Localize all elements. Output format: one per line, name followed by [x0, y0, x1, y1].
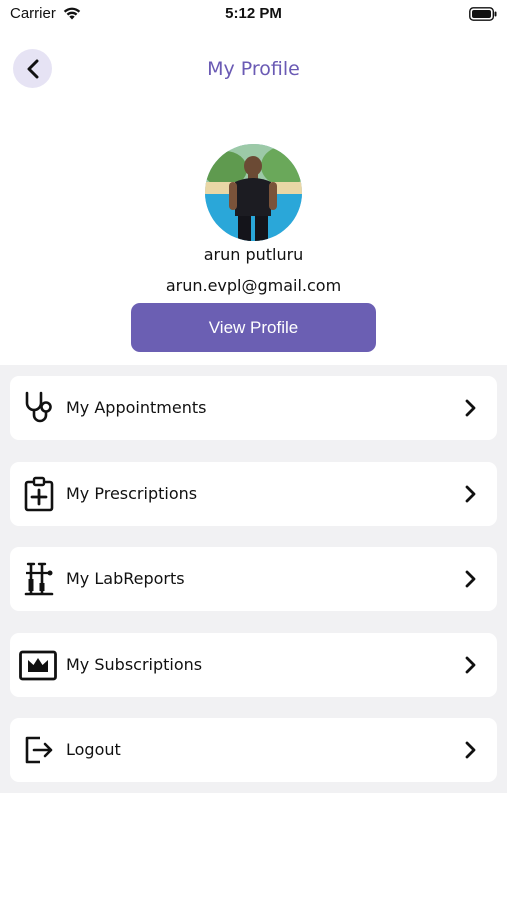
- chevron-right-icon: [465, 399, 476, 417]
- chevron-right-icon: [465, 741, 476, 759]
- test-tubes-icon: [24, 562, 54, 596]
- menu-list: My Appointments My Prescriptions My LabR…: [0, 365, 507, 793]
- crown-card-icon: [19, 650, 57, 681]
- user-name: arun putluru: [203, 245, 304, 264]
- chevron-right-icon: [465, 485, 476, 503]
- menu-item-labreports[interactable]: My LabReports: [10, 547, 497, 611]
- chevron-right-icon: [465, 570, 476, 588]
- menu-item-prescriptions[interactable]: My Prescriptions: [10, 462, 497, 526]
- clipboard-plus-icon: [24, 476, 54, 512]
- menu-item-label: My Prescriptions: [66, 484, 198, 503]
- battery-icon: [469, 7, 497, 21]
- view-profile-button[interactable]: View Profile: [131, 303, 376, 352]
- clock: 5:12 PM: [225, 5, 282, 22]
- menu-item-logout[interactable]: Logout: [10, 718, 497, 782]
- menu-item-label: My Subscriptions: [66, 655, 203, 674]
- menu-item-label: My Appointments: [66, 398, 207, 417]
- logout-icon: [25, 736, 53, 764]
- profile-photo: [205, 144, 302, 241]
- menu-item-appointments[interactable]: My Appointments: [10, 376, 497, 440]
- avatar: [205, 144, 302, 241]
- user-email: arun.evpl@gmail.com: [165, 276, 342, 295]
- menu-item-label: My LabReports: [66, 569, 185, 588]
- stethoscope-icon: [25, 391, 52, 423]
- chevron-right-icon: [465, 656, 476, 674]
- page-title: My Profile: [207, 58, 300, 80]
- menu-item-label: Logout: [66, 740, 121, 759]
- menu-item-subscriptions[interactable]: My Subscriptions: [10, 633, 497, 697]
- status-bar: Carrier 5:12 PM: [0, 0, 507, 30]
